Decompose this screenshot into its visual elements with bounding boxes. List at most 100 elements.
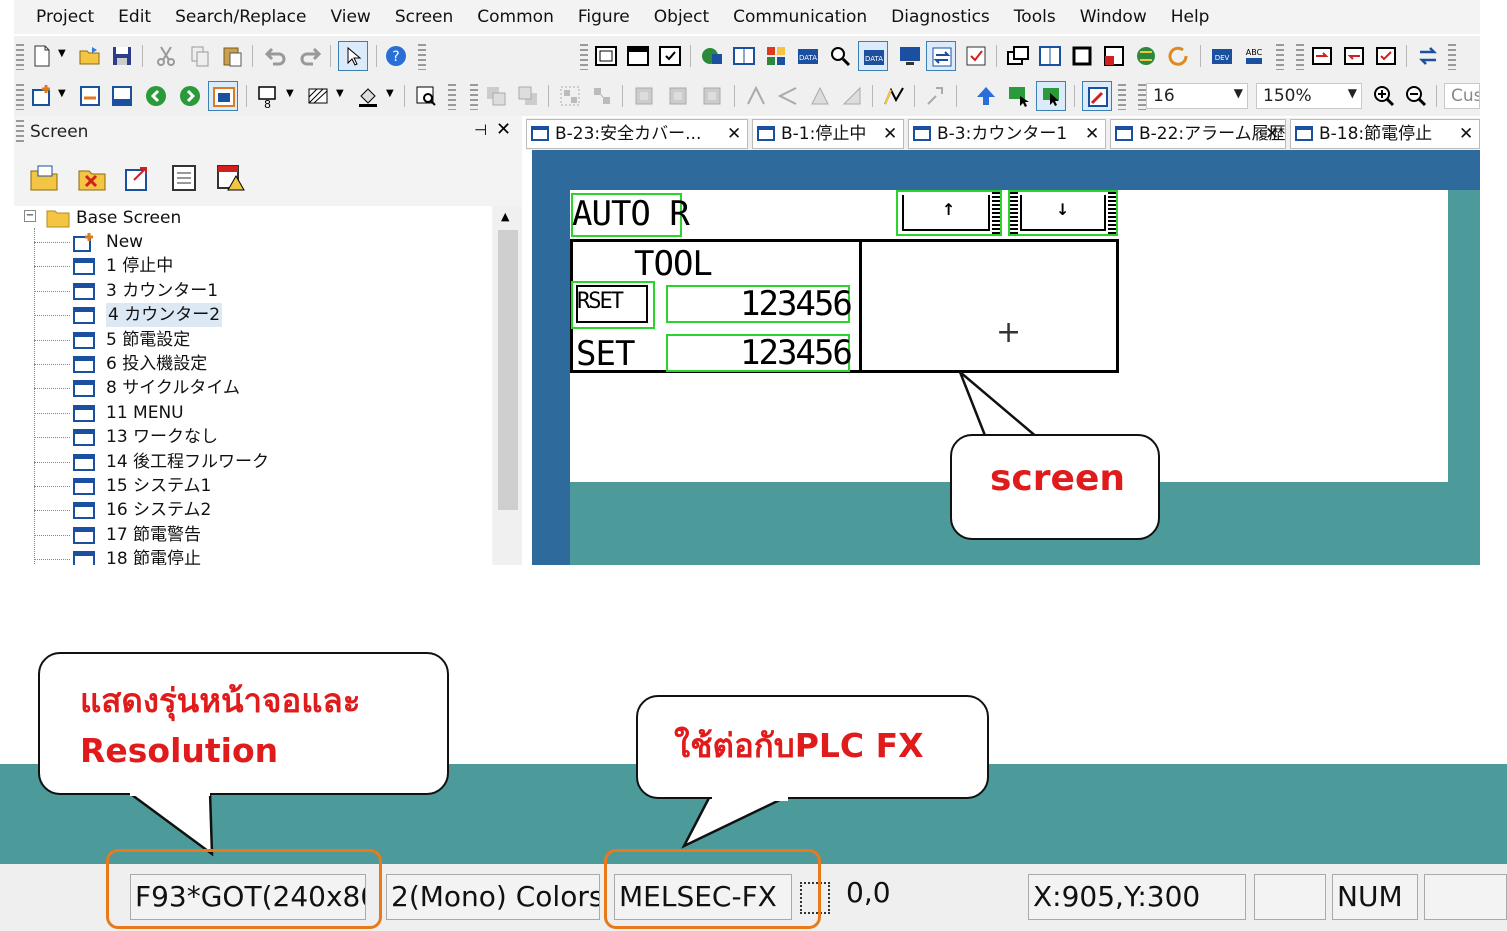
refresh-icon[interactable] <box>1166 44 1190 68</box>
custom-combo[interactable]: Cus <box>1444 83 1480 109</box>
chevron-down-icon[interactable]: ▼ <box>336 88 344 99</box>
stack-icon[interactable] <box>632 84 656 108</box>
screen-image-button[interactable] <box>208 81 238 111</box>
zoom-select[interactable]: 150% ▼ <box>1256 83 1362 109</box>
screen-list-icon[interactable] <box>110 84 134 108</box>
menu-edit[interactable]: Edit <box>106 0 163 34</box>
tree-item[interactable]: 15 システム1 <box>106 474 211 498</box>
cut-icon[interactable] <box>154 44 178 68</box>
open-screen-icon[interactable] <box>28 162 60 194</box>
group-icon[interactable] <box>558 84 582 108</box>
menu-figure[interactable]: Figure <box>566 0 642 34</box>
zoom-window-icon[interactable] <box>414 84 438 108</box>
search-icon[interactable] <box>828 44 852 68</box>
tree-item[interactable]: 1 停止中 <box>106 254 173 278</box>
save-icon[interactable] <box>110 44 134 68</box>
help-icon[interactable]: ? <box>384 44 408 68</box>
zoom-out-icon[interactable] <box>1404 84 1428 108</box>
close-icon[interactable]: ✕ <box>1459 120 1473 148</box>
window-tile-icon[interactable] <box>1038 44 1062 68</box>
undo-icon[interactable] <box>264 44 288 68</box>
window-split-icon[interactable] <box>1102 44 1126 68</box>
panel-grip[interactable] <box>16 120 24 144</box>
object-move-button[interactable] <box>1036 81 1066 111</box>
window-cascade-icon[interactable] <box>1006 44 1030 68</box>
paint-bucket-icon[interactable] <box>356 84 380 108</box>
open-folder-icon[interactable] <box>78 44 102 68</box>
toolbar-grip[interactable] <box>580 44 588 70</box>
align-icon[interactable] <box>744 84 768 108</box>
data-icon[interactable]: DATA <box>796 44 820 68</box>
monitor-icon[interactable] <box>898 44 922 68</box>
align-icon[interactable] <box>808 84 832 108</box>
text-abc-icon[interactable]: ABC <box>1242 44 1266 68</box>
toolbar-grip[interactable] <box>16 44 24 70</box>
globe-icon[interactable] <box>1134 44 1158 68</box>
tree-root-base-screen[interactable]: Base Screen <box>76 206 181 230</box>
toolbar-grip[interactable] <box>1448 44 1456 70</box>
check-screen-icon[interactable] <box>1374 44 1398 68</box>
menu-window[interactable]: Window <box>1068 0 1159 34</box>
verify-icon[interactable] <box>964 44 988 68</box>
open-screen-icon[interactable] <box>78 84 102 108</box>
scrollbar-thumb[interactable] <box>498 230 518 510</box>
delete-screen-icon[interactable] <box>76 162 108 194</box>
toolbar-grip[interactable] <box>16 84 24 110</box>
tree-item[interactable]: 18 節電停止 <box>106 547 201 565</box>
toolbar-grip[interactable] <box>1138 84 1146 110</box>
export-icon[interactable] <box>1342 44 1366 68</box>
screen-tab[interactable]: B-1:停止中 ✕ <box>752 119 904 149</box>
device-icon[interactable] <box>700 44 724 68</box>
chevron-down-icon[interactable]: ▼ <box>286 88 294 99</box>
menu-tools[interactable]: Tools <box>1002 0 1068 34</box>
close-icon[interactable]: ✕ <box>1085 120 1099 148</box>
scroll-up-icon[interactable]: ▲ <box>501 210 509 223</box>
menu-view[interactable]: View <box>318 0 382 34</box>
screen-tab[interactable]: B-22:アラーム履歴 ✕ <box>1110 119 1286 149</box>
menu-project[interactable]: Project <box>14 0 106 34</box>
bring-front-icon[interactable] <box>484 84 508 108</box>
new-screen-icon[interactable] <box>30 84 54 108</box>
screen-warning-icon[interactable] <box>214 162 246 194</box>
tree-item[interactable]: 8 サイクルタイム <box>106 376 240 400</box>
menu-communication[interactable]: Communication <box>721 0 879 34</box>
paste-icon[interactable] <box>220 44 244 68</box>
transfer-button[interactable] <box>926 41 956 71</box>
align-icon[interactable] <box>840 84 864 108</box>
window-frame-icon[interactable] <box>1070 44 1094 68</box>
tree-item[interactable]: 3 カウンター1 <box>106 279 218 303</box>
book-icon[interactable] <box>732 44 756 68</box>
screen-properties-icon[interactable] <box>594 44 618 68</box>
toolbar-grip[interactable] <box>448 84 456 110</box>
rset-switch[interactable]: RSET <box>571 281 655 329</box>
tree-item[interactable]: 6 投入機設定 <box>106 352 207 376</box>
redo-icon[interactable] <box>298 44 322 68</box>
tree-item[interactable]: 16 システム2 <box>106 498 211 522</box>
stack-icon[interactable] <box>700 84 724 108</box>
up-touch-switch[interactable]: ↑ <box>896 190 1002 236</box>
chevron-down-icon[interactable]: ▼ <box>58 48 66 59</box>
menu-diagnostics[interactable]: Diagnostics <box>879 0 1002 34</box>
screen-check-icon[interactable] <box>658 44 682 68</box>
menu-screen[interactable]: Screen <box>383 0 465 34</box>
stack-icon[interactable] <box>666 84 690 108</box>
device-list-icon[interactable]: DEV <box>1210 44 1234 68</box>
data-view-button[interactable]: DATA <box>858 41 888 71</box>
close-icon[interactable]: ✕ <box>496 119 511 140</box>
down-touch-switch[interactable]: ↓ <box>1008 190 1118 236</box>
screen-tab[interactable]: B-3:カウンター1 ✕ <box>908 119 1106 149</box>
object-select-icon[interactable] <box>1006 84 1030 108</box>
properties-icon[interactable] <box>924 84 948 108</box>
toolbar-grip[interactable] <box>470 84 478 110</box>
screen-list-icon[interactable] <box>168 162 200 194</box>
tree-item[interactable]: 14 後工程フルワーク <box>106 450 269 474</box>
toolbar-grip[interactable] <box>1276 44 1284 70</box>
tree-scrollbar[interactable]: ▲ <box>494 206 522 565</box>
close-icon[interactable]: ✕ <box>883 120 897 148</box>
previous-screen-icon[interactable] <box>144 84 168 108</box>
new-file-icon[interactable] <box>30 44 54 68</box>
zoom-in-icon[interactable] <box>1372 84 1396 108</box>
tree-item[interactable]: 11 MENU <box>106 401 184 425</box>
menu-search-replace[interactable]: Search/Replace <box>163 0 318 34</box>
menu-help[interactable]: Help <box>1159 0 1222 34</box>
